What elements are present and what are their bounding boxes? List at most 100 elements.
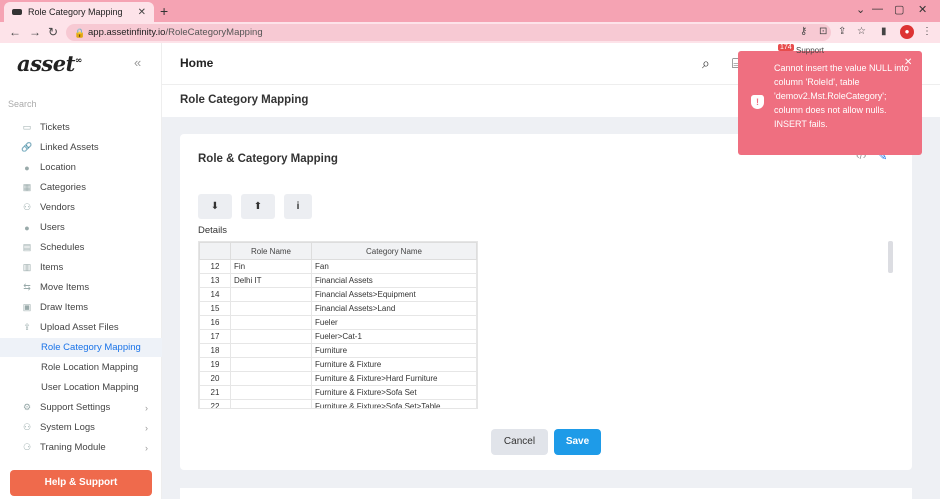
sidebar-item[interactable]: Role Category Mapping: [0, 338, 162, 357]
maximize-icon[interactable]: ▢: [894, 3, 904, 16]
new-tab-icon[interactable]: +: [160, 3, 168, 19]
download-button[interactable]: ⬇: [198, 194, 232, 219]
cancel-button[interactable]: Cancel: [491, 429, 548, 455]
menu-dots-icon[interactable]: ⋮: [922, 26, 932, 37]
address-bar-row: ← → ↻ 🔒 app.assetinfinity.io/RoleCategor…: [0, 22, 940, 43]
table-row[interactable]: 17 Fueler>Cat-1: [199, 329, 477, 344]
category-name-cell: Financial Assets>Equipment: [311, 287, 477, 302]
table-row[interactable]: 21 Furniture & Fixture>Sofa Set: [199, 385, 477, 400]
role-name-cell: [230, 329, 312, 344]
sidebar-item[interactable]: ⇆ Move Items: [0, 278, 162, 297]
sidebar-item[interactable]: ▤ Schedules: [0, 238, 162, 257]
row-number-cell: 17: [199, 329, 231, 344]
help-support-button[interactable]: Help & Support: [10, 470, 152, 496]
gear-icon: ⚙: [22, 402, 32, 412]
category-name-cell: Furniture & Fixture>Sofa Set: [311, 385, 477, 400]
upload-button[interactable]: ⬆: [241, 194, 275, 219]
url-field[interactable]: 🔒 app.assetinfinity.io/RoleCategoryMappi…: [66, 24, 831, 41]
table-row[interactable]: 20 Furniture & Fixture>Hard Furniture: [199, 371, 477, 386]
sidebar-item[interactable]: ▥ Items: [0, 258, 162, 277]
category-name-cell: Fan: [311, 259, 477, 274]
toast-message: Cannot insert the value NULL into column…: [774, 63, 909, 129]
install-icon[interactable]: ⊡: [819, 26, 827, 37]
minimize-icon[interactable]: —: [872, 3, 883, 15]
bookmark-star-icon[interactable]: ☆: [857, 26, 866, 37]
window-close-icon[interactable]: ✕: [918, 3, 927, 16]
pin-icon: ●: [24, 162, 30, 173]
sidebar-item[interactable]: ⚙ Support Settings ›: [0, 398, 162, 417]
lock-icon: 🔒: [74, 28, 86, 38]
sidebar-item-label: Role Location Mapping: [41, 362, 139, 373]
row-number-cell: 13: [199, 273, 231, 288]
role-name-cell: [230, 371, 312, 386]
search-zoom-icon[interactable]: ⌕: [702, 55, 710, 72]
sidebar-item-label: Draw Items: [40, 302, 89, 313]
table-row[interactable]: 16 Fueler: [199, 315, 477, 330]
profile-avatar[interactable]: ●: [900, 25, 914, 39]
mapping-table-container[interactable]: Role Name Category Name 12 Fin Fan 13 Delhi …: [198, 241, 478, 409]
sidebar-item[interactable]: ⚇ System Logs ›: [0, 418, 162, 437]
sidebar-item-label: Support Settings: [40, 402, 111, 413]
sidebar-item[interactable]: ▦ Categories: [0, 178, 162, 197]
role-name-cell: [230, 399, 312, 408]
tab-close-icon[interactable]: ✕: [138, 7, 146, 18]
move-icon: ⇆: [23, 282, 31, 292]
reload-icon[interactable]: ↻: [48, 25, 58, 39]
asset-logo[interactable]: asset∞: [17, 51, 82, 76]
browser-tab-bar: Role Category Mapping ✕ + ⌄ — ▢ ✕: [0, 0, 940, 22]
info-button[interactable]: i: [284, 194, 312, 219]
mapping-card: Role & Category Mapping ‹/› ✎ ⬇ ⬆ i Deta…: [180, 134, 912, 470]
save-button[interactable]: Save: [554, 429, 601, 455]
sidebar-item[interactable]: ⚆ Traning Module ›: [0, 438, 162, 457]
sidebar-item[interactable]: ● Location: [0, 158, 162, 177]
logs-icon: ⚇: [22, 422, 32, 432]
sidebar-item-label: Items: [40, 262, 64, 273]
browser-tab[interactable]: Role Category Mapping ✕: [4, 2, 154, 22]
back-icon[interactable]: ←: [9, 25, 21, 39]
row-number-cell: 16: [199, 315, 231, 330]
sidebar-item-label: Move Items: [40, 282, 90, 293]
sidebar: asset∞ « Search ▭ Tickets 🔗 Linked Assets ● L…: [0, 43, 162, 499]
row-number-cell: 19: [199, 357, 231, 372]
url-host: app.assetinfinity.io: [88, 27, 166, 38]
sidebar-item-label: User Location Mapping: [41, 382, 139, 393]
sidebar-item[interactable]: ▣ Draw Items: [0, 298, 162, 317]
vendor-icon: ⚇: [22, 202, 32, 212]
category-name-cell: Furniture: [311, 343, 477, 358]
role-name-cell: [230, 343, 312, 358]
sidebar-search[interactable]: Search: [8, 99, 37, 109]
next-card: [180, 488, 912, 499]
page-scrollbar[interactable]: [888, 241, 893, 273]
category-name-cell: Financial Assets: [311, 273, 477, 288]
table-row[interactable]: 22 Furniture & Fixture>Sofa Set>Table: [199, 399, 477, 408]
sidebar-item[interactable]: ● Users: [0, 218, 162, 237]
sidebar-item[interactable]: 🔗 Linked Assets: [0, 138, 162, 157]
col-header-number: [199, 242, 231, 260]
table-row[interactable]: 19 Furniture & Fixture: [199, 357, 477, 372]
sidepanel-icon[interactable]: ▮: [881, 26, 887, 37]
role-name-cell: [230, 357, 312, 372]
chevron-down-icon[interactable]: ⌄: [856, 3, 865, 16]
sidebar-item-label: Linked Assets: [40, 142, 99, 153]
home-title: Home: [180, 56, 214, 70]
toast-close-icon[interactable]: ✕: [904, 57, 912, 68]
table-row[interactable]: 14 Financial Assets>Equipment: [199, 287, 477, 302]
table-row[interactable]: 18 Furniture: [199, 343, 477, 358]
row-number-cell: 15: [199, 301, 231, 316]
table-row[interactable]: 15 Financial Assets>Land: [199, 301, 477, 316]
collapse-sidebar-icon[interactable]: «: [134, 55, 141, 70]
sidebar-item[interactable]: Role Location Mapping: [0, 358, 162, 377]
sidebar-item[interactable]: ⚇ Vendors: [0, 198, 162, 217]
table-row[interactable]: 12 Fin Fan: [199, 259, 477, 274]
key-icon[interactable]: ⚷: [800, 26, 807, 37]
share-icon[interactable]: ⇪: [838, 26, 846, 37]
sidebar-item[interactable]: User Location Mapping: [0, 378, 162, 397]
card-title: Role & Category Mapping: [198, 153, 338, 165]
mapping-table: Role Name Category Name 12 Fin Fan 13 Delhi …: [199, 242, 477, 408]
sidebar-item[interactable]: ▭ Tickets: [0, 118, 162, 137]
table-row[interactable]: 13 Delhi IT Financial Assets: [199, 273, 477, 288]
forward-icon[interactable]: →: [29, 25, 41, 39]
support-label[interactable]: Support: [796, 46, 824, 55]
info-icon: i: [296, 201, 300, 212]
sidebar-item[interactable]: ⇪ Upload Asset Files: [0, 318, 162, 337]
